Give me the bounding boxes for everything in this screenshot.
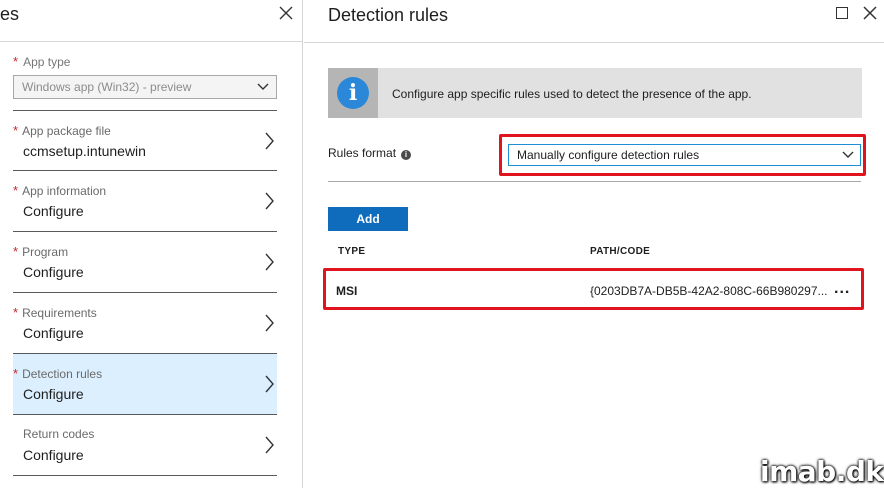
step-requirements[interactable]: * Requirements Configure [13,293,277,354]
divider [304,42,884,43]
close-icon[interactable] [862,5,878,21]
add-app-blade: es * App type Windows app (Win32) - previ… [0,0,303,488]
step-label: * App information [13,183,107,198]
page-title: Detection rules [328,5,449,25]
chevron-right-icon [265,253,274,271]
step-value: Configure [23,203,84,219]
step-label: Return codes [23,427,95,441]
step-app-package-file[interactable]: * App package file ccmsetup.intunewin [13,110,277,171]
rules-format-label: Rules format i [328,146,412,160]
close-icon[interactable] [276,3,296,23]
divider [328,181,861,182]
chevron-right-icon [265,314,274,332]
info-banner: i Configure app specific rules used to d… [328,68,862,118]
add-button[interactable]: Add [328,207,408,231]
step-program[interactable]: * Program Configure [13,232,277,293]
info-icon-box: i [328,68,378,118]
more-options-icon[interactable]: ... [834,280,850,298]
app-type-select: Windows app (Win32) - preview [13,75,277,99]
app-window: es * App type Windows app (Win32) - previ… [0,0,884,488]
info-icon: i [337,77,369,109]
detection-rules-blade: Detection rules i Configure app specific… [304,0,884,488]
blade-title: es [0,4,20,24]
chevron-right-icon [265,192,274,210]
step-value: Configure [23,264,84,280]
cell-path: {0203DB7A-DB5B-42A2-808C-66B980297... [590,284,828,298]
required-asterisk: * [13,54,19,69]
divider [0,41,303,42]
info-banner-text: Configure app specific rules used to det… [392,87,752,101]
chevron-right-icon [265,132,274,150]
step-label: * Program [13,244,69,259]
column-header-path[interactable]: PATH/CODE [590,246,650,257]
chevron-right-icon [265,436,274,454]
step-value: ccmsetup.intunewin [23,143,146,159]
step-value: Configure [23,447,84,463]
table-row[interactable]: MSI {0203DB7A-DB5B-42A2-808C-66B980297..… [328,272,864,308]
watermark: imab.dk [760,455,884,488]
step-label: * Detection rules [13,366,103,381]
step-app-information[interactable]: * App information Configure [13,171,277,232]
column-header-type[interactable]: TYPE [338,246,365,257]
step-label: * App package file [13,123,111,138]
chevron-right-icon [265,375,274,393]
step-label: * Requirements [13,305,97,320]
rules-format-select[interactable]: Manually configure detection rules [508,144,861,166]
step-return-codes[interactable]: Return codes Configure [13,415,277,476]
step-value: Configure [23,325,84,341]
app-type-field: * App type Windows app (Win32) - preview [13,54,277,99]
maximize-icon[interactable] [836,7,848,19]
chevron-down-icon [257,83,269,90]
cell-type: MSI [336,284,358,298]
app-type-label: * App type [13,54,71,69]
step-detection-rules[interactable]: * Detection rules Configure [13,354,277,415]
step-value: Configure [23,386,84,402]
chevron-down-icon [842,151,854,158]
info-circle-icon[interactable]: i [401,150,412,160]
